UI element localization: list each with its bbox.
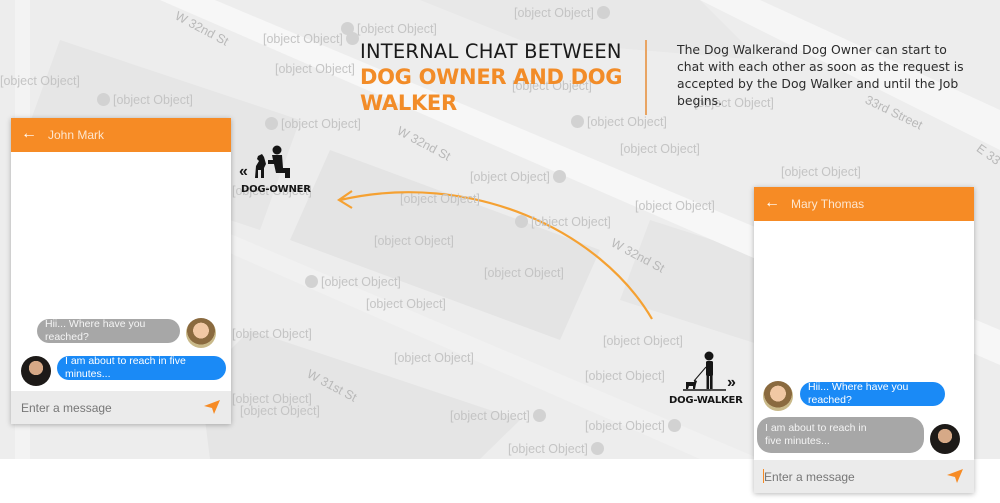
map-poi: [object Object] xyxy=(568,115,667,129)
chevron-left-icon: « xyxy=(239,163,248,180)
map-poi: [object Object] xyxy=(240,404,320,418)
dog-owner-label: DOG-OWNER xyxy=(241,184,311,195)
dog-walker-label: DOG-WALKER xyxy=(669,395,743,406)
map-poi: [object Object] xyxy=(514,6,613,20)
map-poi: [object Object] xyxy=(263,32,362,46)
map-poi: [object Object] xyxy=(94,93,193,107)
headline-divider xyxy=(645,40,647,115)
map-poi: [object Object] xyxy=(512,215,611,229)
message-input[interactable]: Enter a message xyxy=(21,401,112,415)
map-poi: [object Object] xyxy=(366,297,446,311)
map-poi: [object Object] xyxy=(450,409,549,423)
map-poi: [object Object] xyxy=(484,266,564,280)
avatar-woman xyxy=(763,381,793,411)
person-walking-dog-icon xyxy=(683,351,726,391)
map-poi: [object Object] xyxy=(275,62,355,76)
chat-header: ← Mary Thomas xyxy=(754,187,974,221)
message-input-bar: Enter a message xyxy=(754,460,974,493)
message-input[interactable]: Enter a message xyxy=(764,470,855,484)
chat-contact-name: Mary Thomas xyxy=(791,197,865,211)
map-poi: [object Object] xyxy=(603,334,683,348)
headline-line-3: WALKER xyxy=(360,91,457,115)
map-poi: [object Object] xyxy=(781,165,861,179)
map-poi: [object Object] xyxy=(262,117,361,131)
map-poi: [object Object] xyxy=(508,442,607,456)
send-plane-icon[interactable] xyxy=(946,468,964,484)
chat-window-john-mark: ← John Mark Hii... Where have you reache… xyxy=(11,118,231,424)
chat-header: ← John Mark xyxy=(11,118,231,152)
map-poi: [object Object] xyxy=(585,369,665,383)
chevron-right-icon: » xyxy=(727,374,736,391)
map-poi: [object Object] xyxy=(585,419,684,433)
map-poi: [object Object] xyxy=(470,170,569,184)
message-bubble-incoming: Hii... Where have you reached? xyxy=(37,318,180,343)
message-text: Hii... Where have you reached? xyxy=(45,318,146,343)
headline-line-1: INTERNAL CHAT BETWEEN xyxy=(360,40,622,63)
message-bubble-outgoing: Hii... Where have you reached? xyxy=(800,381,945,406)
message-bubble-outgoing: I am about to reach in five minutes... xyxy=(57,355,226,380)
send-plane-icon[interactable] xyxy=(203,399,221,415)
map-poi: [object Object] xyxy=(400,192,480,206)
map-poi: [object Object] xyxy=(374,234,454,248)
avatar-woman xyxy=(186,318,216,348)
message-text: I am about to reach in five minutes... xyxy=(65,355,186,380)
message-bubble-incoming: I am about to reach in five minutes... xyxy=(757,417,924,453)
chat-window-mary-thomas: ← Mary Thomas Hii... Where have you reac… xyxy=(754,187,974,493)
back-arrow-icon[interactable]: ← xyxy=(764,194,780,212)
message-text: I am about to reach in five minutes... xyxy=(765,422,867,447)
avatar-man xyxy=(21,356,51,386)
headline: INTERNAL CHAT BETWEEN DOG OWNER AND DOG … xyxy=(360,40,650,116)
map-poi: [object Object] xyxy=(635,199,715,213)
map-poi: [object Object] xyxy=(0,74,80,88)
message-text: Hii... Where have you reached? xyxy=(808,381,909,406)
map-poi: [object Object] xyxy=(302,275,401,289)
chat-contact-name: John Mark xyxy=(48,128,105,142)
map-poi: [object Object] xyxy=(394,351,474,365)
map-poi: [object Object] xyxy=(232,327,312,341)
promo-canvas: W 32nd St W 32nd St W 32nd St W 31st St … xyxy=(0,0,1000,503)
person-kneeling-with-dog-icon xyxy=(255,145,290,178)
back-arrow-icon[interactable]: ← xyxy=(21,125,37,143)
map-poi: [object Object] xyxy=(620,142,700,156)
description-text: The Dog Walkerand Dog Owner can start to… xyxy=(677,42,964,108)
headline-line-2: DOG OWNER AND DOG xyxy=(360,65,623,89)
message-input-bar: Enter a message xyxy=(11,391,231,424)
avatar-man xyxy=(930,424,960,454)
